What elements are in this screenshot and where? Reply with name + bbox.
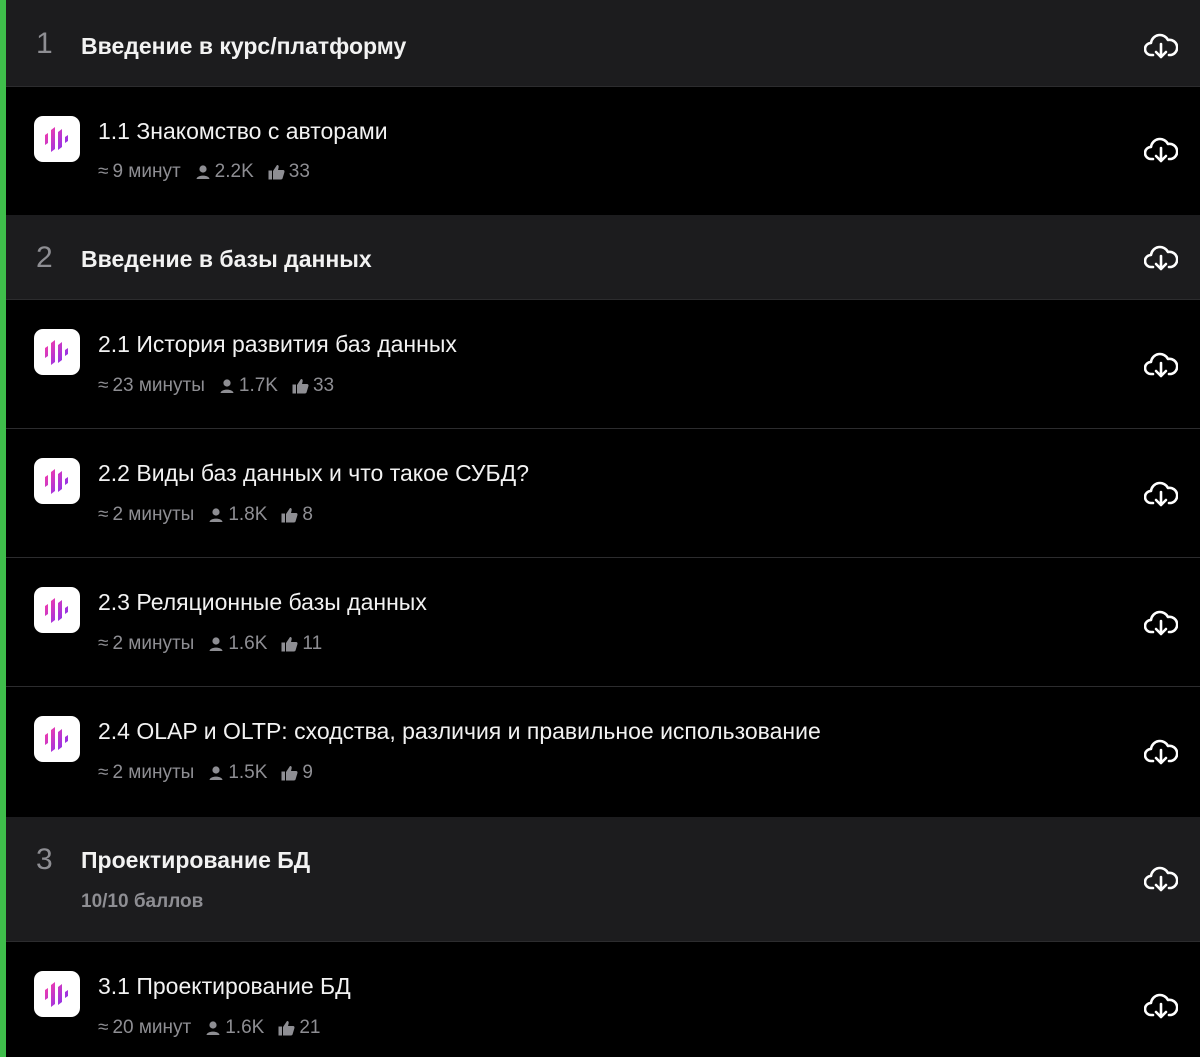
duration-icon: ≈ — [98, 762, 109, 783]
lesson-likes: 9 — [302, 762, 313, 783]
lesson-row[interactable]: 2.3 Реляционные базы данных ≈ 2 минуты 1… — [6, 557, 1200, 686]
cloud-download-icon[interactable] — [1144, 608, 1178, 638]
lesson-likes: 8 — [302, 504, 313, 525]
person-icon — [205, 1020, 221, 1036]
cloud-download-icon[interactable] — [1144, 737, 1178, 767]
lesson-logo-icon — [34, 716, 80, 762]
lesson-row[interactable]: 2.4 OLAP и OLTP: сходства, различия и пр… — [6, 686, 1200, 815]
lesson-duration: 2 минуты — [112, 633, 195, 654]
lesson-row[interactable]: 3.1 Проектирование БД ≈ 20 минут 1.6K 21 — [6, 941, 1200, 1054]
duration-icon: ≈ — [98, 375, 109, 396]
lesson-title: 1.1 Знакомство с авторами — [98, 118, 388, 144]
module-title: Проектирование БД — [81, 847, 311, 873]
person-icon — [208, 636, 224, 652]
lesson-meta: ≈ 2 минуты 1.8K 8 — [98, 504, 327, 526]
cloud-download-icon[interactable] — [1144, 479, 1178, 509]
cloud-download-icon[interactable] — [1144, 350, 1178, 380]
lesson-logo-icon — [34, 971, 80, 1017]
lesson-logo-icon — [34, 329, 80, 375]
module-number: 3 — [36, 843, 53, 876]
lesson-likes: 21 — [299, 1017, 321, 1038]
lesson-duration: 23 минуты — [112, 375, 205, 396]
module-title: Введение в базы данных — [81, 246, 372, 272]
lesson-title: 2.4 OLAP и OLTP: сходства, различия и пр… — [98, 718, 821, 744]
module-number: 2 — [36, 241, 53, 274]
module-header[interactable]: 3 Проектирование БД 10/10 баллов — [6, 815, 1200, 941]
module-number: 1 — [36, 27, 53, 60]
lesson-duration: 20 минут — [112, 1017, 192, 1038]
lesson-likes: 33 — [312, 375, 335, 396]
person-icon — [208, 765, 224, 781]
lesson-learners: 1.7K — [238, 375, 278, 396]
thumbs-up-icon — [278, 1020, 295, 1036]
module-title: Введение в курс/платформу — [81, 33, 407, 59]
lesson-row[interactable]: 2.1 История развития баз данных ≈ 23 мин… — [6, 299, 1200, 428]
lesson-meta: ≈ 23 минуты 1.7K 33 — [98, 375, 348, 397]
lesson-learners: 2.2K — [214, 161, 254, 182]
lesson-row[interactable]: 2.2 Виды баз данных и что такое СУБД? ≈ … — [6, 428, 1200, 557]
lesson-logo-icon — [34, 458, 80, 504]
lesson-logo-icon — [34, 116, 80, 162]
course-syllabus: 1 Введение в курс/платформу 1.1 Знакомст… — [6, 0, 1200, 1054]
lesson-logo-icon — [34, 587, 80, 633]
cloud-download-icon[interactable] — [1144, 31, 1178, 61]
cloud-download-icon[interactable] — [1144, 991, 1178, 1021]
duration-icon: ≈ — [98, 1017, 109, 1038]
person-icon — [219, 378, 235, 394]
duration-icon: ≈ — [98, 633, 109, 654]
thumbs-up-icon — [281, 765, 298, 781]
person-icon — [195, 164, 211, 180]
lesson-duration: 2 минуты — [112, 762, 195, 783]
module-header[interactable]: 1 Введение в курс/платформу — [6, 0, 1200, 86]
cloud-download-icon[interactable] — [1144, 864, 1178, 894]
lesson-likes: 11 — [302, 633, 323, 654]
lesson-duration: 2 минуты — [112, 504, 195, 525]
lesson-title: 2.1 История развития баз данных — [98, 331, 457, 357]
duration-icon: ≈ — [98, 161, 109, 182]
module-score: 10/10 баллов — [81, 891, 204, 912]
lesson-learners: 1.6K — [225, 1017, 265, 1038]
lesson-meta: ≈ 2 минуты 1.5K 9 — [98, 762, 327, 784]
lesson-meta: ≈ 9 минут 2.2K 33 — [98, 161, 324, 183]
lesson-duration: 9 минут — [112, 161, 181, 182]
thumbs-up-icon — [281, 636, 298, 652]
cloud-download-icon[interactable] — [1144, 243, 1178, 273]
person-icon — [208, 507, 224, 523]
lesson-learners: 1.6K — [228, 633, 268, 654]
thumbs-up-icon — [268, 164, 285, 180]
lesson-title: 2.3 Реляционные базы данных — [98, 589, 427, 615]
cloud-download-icon[interactable] — [1144, 135, 1178, 165]
module-header[interactable]: 2 Введение в базы данных — [6, 213, 1200, 299]
lesson-learners: 1.8K — [228, 504, 268, 525]
lesson-meta: ≈ 20 минут 1.6K 21 — [98, 1017, 334, 1039]
lesson-meta: ≈ 2 минуты 1.6K 11 — [98, 633, 336, 655]
lesson-title: 3.1 Проектирование БД — [98, 973, 351, 999]
lesson-likes: 33 — [288, 161, 310, 182]
thumbs-up-icon — [281, 507, 298, 523]
duration-icon: ≈ — [98, 504, 109, 525]
thumbs-up-icon — [292, 378, 309, 394]
lesson-row[interactable]: 1.1 Знакомство с авторами ≈ 9 минут 2.2K… — [6, 86, 1200, 213]
lesson-learners: 1.5K — [228, 762, 268, 783]
lesson-title: 2.2 Виды баз данных и что такое СУБД? — [98, 460, 530, 486]
